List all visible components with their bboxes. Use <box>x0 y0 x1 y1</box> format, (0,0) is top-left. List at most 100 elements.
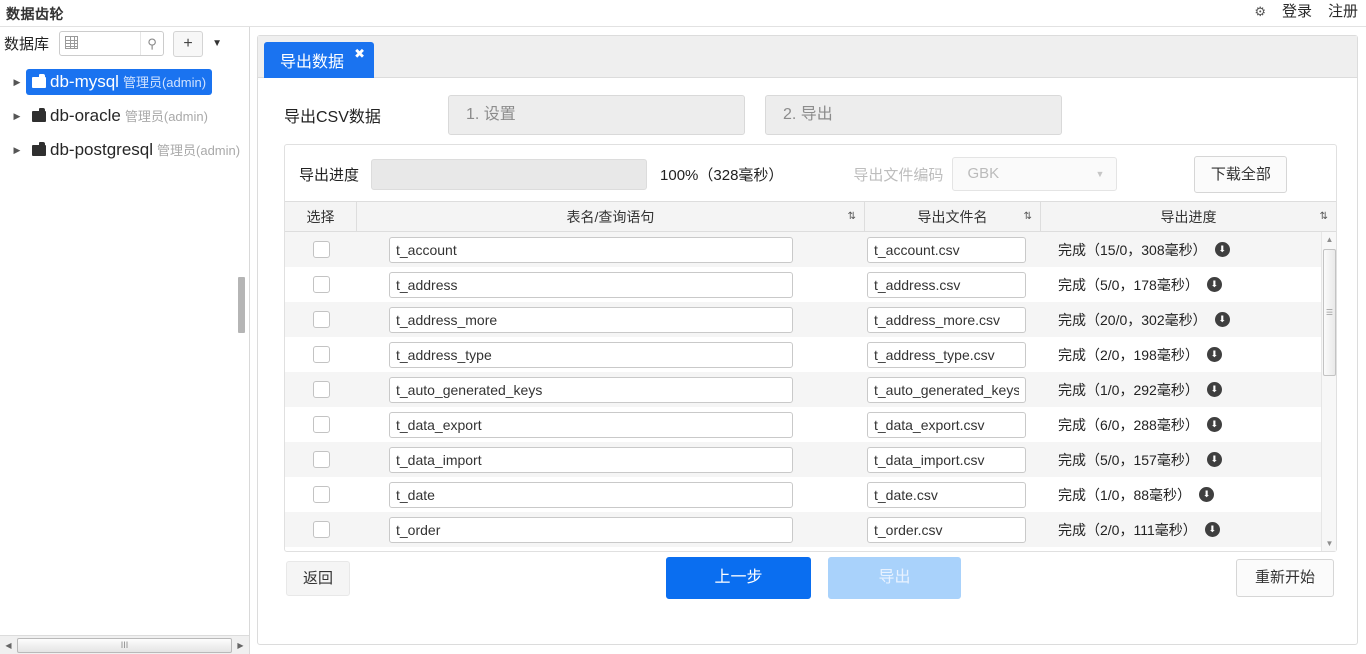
row-file-name-cell <box>865 446 1041 473</box>
chevron-down-icon[interactable]: ▼ <box>208 31 226 57</box>
tree-node[interactable]: db-postgresql 管理员(admin) <box>26 137 246 163</box>
scroll-down-icon[interactable]: ▼ <box>1322 536 1337 551</box>
column-header-table-name[interactable]: 表名/查询语句 ⇅ <box>357 202 865 231</box>
file-name-input[interactable] <box>867 236 1026 263</box>
row-checkbox[interactable] <box>312 241 330 258</box>
scrollbar-thumb[interactable]: III <box>17 637 232 653</box>
download-icon[interactable]: ⬇ <box>1206 277 1222 292</box>
table-name-input[interactable] <box>389 341 793 368</box>
search-input[interactable] <box>82 32 141 55</box>
row-checkbox[interactable] <box>312 416 330 433</box>
table-name-input[interactable] <box>389 516 793 543</box>
scroll-up-icon[interactable]: ▲ <box>1322 232 1337 247</box>
sidebar-horizontal-scrollbar[interactable]: ◀ III ▶ <box>0 635 249 654</box>
scrollbar-thumb[interactable]: ☰ <box>1323 249 1336 376</box>
file-name-input[interactable] <box>867 271 1026 298</box>
row-checkbox[interactable] <box>312 451 330 468</box>
restart-button[interactable]: 重新开始 <box>1236 559 1334 597</box>
row-table-name-cell <box>357 271 865 298</box>
scroll-right-icon[interactable]: ▶ <box>232 637 249 654</box>
expand-arrow-icon[interactable]: ▶ <box>8 111 26 122</box>
row-select-cell <box>285 241 357 258</box>
file-name-input[interactable] <box>867 481 1026 508</box>
sort-icon[interactable]: ⇅ <box>1024 212 1032 222</box>
encoding-select[interactable]: GBK ▼ <box>952 157 1118 191</box>
row-file-name-cell <box>865 341 1041 368</box>
table-name-input[interactable] <box>389 411 793 438</box>
table-name-input[interactable] <box>389 306 793 333</box>
back-button[interactable]: 返回 <box>286 561 350 596</box>
database-search[interactable]: ⚲ <box>59 31 165 56</box>
row-checkbox[interactable] <box>312 381 330 398</box>
gear-icon[interactable]: ⚙ <box>1254 2 1266 22</box>
encoding-value: GBK <box>967 165 1000 182</box>
expand-arrow-icon[interactable]: ▶ <box>8 145 26 156</box>
sort-icon[interactable]: ⇅ <box>848 212 856 222</box>
row-progress-text: 完成（20/0，302毫秒） <box>1058 311 1207 328</box>
tree-node[interactable]: db-mysql 管理员(admin) <box>26 69 213 95</box>
file-name-input[interactable] <box>867 376 1026 403</box>
folder-icon <box>32 107 46 122</box>
row-table-name-cell <box>357 376 865 403</box>
close-icon[interactable]: ✖ <box>354 46 365 62</box>
sort-icon[interactable]: ⇅ <box>1320 212 1328 222</box>
file-name-input[interactable] <box>867 341 1026 368</box>
add-database-button[interactable]: + <box>173 30 204 57</box>
column-header-file-name[interactable]: 导出文件名 ⇅ <box>865 202 1041 231</box>
row-checkbox[interactable] <box>312 276 330 293</box>
progress-bar <box>371 158 648 190</box>
sidebar-item-db-oracle[interactable]: ▶ db-oracle 管理员(admin) <box>0 99 248 133</box>
download-icon[interactable]: ⬇ <box>1206 347 1222 362</box>
download-icon[interactable]: ⬇ <box>1214 312 1230 327</box>
scroll-left-icon[interactable]: ◀ <box>0 637 17 654</box>
footer-actions: 返回 上一步 导出 重新开始 <box>258 557 1357 631</box>
search-icon[interactable]: ⚲ <box>140 32 163 55</box>
tab-export-data[interactable]: 导出数据 ✖ <box>264 42 375 78</box>
row-table-name-cell <box>357 446 865 473</box>
step-export-button[interactable]: 2. 导出 <box>765 95 1062 135</box>
tree-node[interactable]: db-oracle 管理员(admin) <box>26 103 214 129</box>
column-header-progress[interactable]: 导出进度 ⇅ <box>1041 202 1336 231</box>
sidebar-item-db-mysql[interactable]: ▶ db-mysql 管理员(admin) <box>0 65 248 99</box>
file-name-input[interactable] <box>867 446 1026 473</box>
register-link[interactable]: 注册 <box>1328 2 1358 22</box>
row-checkbox[interactable] <box>312 346 330 363</box>
table-name-input[interactable] <box>389 446 793 473</box>
scrollbar-track[interactable]: III <box>17 637 232 654</box>
sidebar-vertical-scrollbar[interactable] <box>238 277 245 333</box>
row-table-name-cell <box>357 306 865 333</box>
previous-step-button[interactable]: 上一步 <box>666 557 811 599</box>
row-checkbox[interactable] <box>312 521 330 538</box>
download-icon[interactable]: ⬇ <box>1206 452 1222 467</box>
file-name-input[interactable] <box>867 306 1026 333</box>
table-row: 完成（20/0，302毫秒） ⬇ <box>285 302 1321 337</box>
table-row: 完成（1/0，292毫秒） ⬇ <box>285 372 1321 407</box>
database-label: 数据库 <box>4 36 50 53</box>
database-toolbar: 数据库 ⚲ + ▼ <box>0 27 250 60</box>
export-button[interactable]: 导出 <box>828 557 961 599</box>
database-role: 管理员(admin) <box>122 75 207 90</box>
download-icon[interactable]: ⬇ <box>1206 382 1222 397</box>
table-name-input[interactable] <box>389 271 793 298</box>
table-name-input[interactable] <box>389 376 793 403</box>
step-settings-button[interactable]: 1. 设置 <box>448 95 745 135</box>
column-header-select[interactable]: 选择 <box>285 202 357 231</box>
table-name-input[interactable] <box>389 236 793 263</box>
row-checkbox[interactable] <box>312 486 330 503</box>
file-name-input[interactable] <box>867 411 1026 438</box>
row-checkbox[interactable] <box>312 311 330 328</box>
database-name: db-mysql <box>50 72 119 91</box>
table-vertical-scrollbar[interactable]: ▲ ☰ ▼ <box>1321 232 1336 551</box>
sidebar-item-db-postgresql[interactable]: ▶ db-postgresql 管理员(admin) <box>0 133 248 167</box>
column-header-label: 选择 <box>306 208 335 225</box>
row-progress-text: 完成（15/0，308毫秒） <box>1058 241 1207 258</box>
login-link[interactable]: 登录 <box>1282 2 1312 22</box>
download-icon[interactable]: ⬇ <box>1199 487 1215 502</box>
file-name-input[interactable] <box>867 516 1026 543</box>
download-all-button[interactable]: 下载全部 <box>1194 155 1288 193</box>
expand-arrow-icon[interactable]: ▶ <box>8 77 26 88</box>
download-icon[interactable]: ⬇ <box>1204 522 1220 537</box>
table-name-input[interactable] <box>389 481 793 508</box>
download-icon[interactable]: ⬇ <box>1214 242 1230 257</box>
download-icon[interactable]: ⬇ <box>1206 417 1222 432</box>
